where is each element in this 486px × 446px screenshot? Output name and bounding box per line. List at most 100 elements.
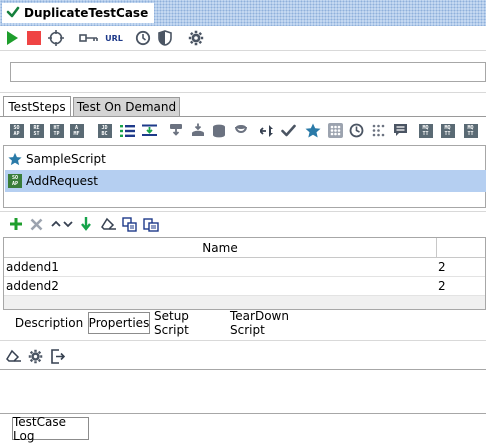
stop-icon <box>27 31 41 45</box>
add-assertion-button[interactable] <box>280 122 297 139</box>
property-name[interactable]: addend2 <box>6 279 59 293</box>
add-datagen-button[interactable] <box>210 122 227 139</box>
gear-icon <box>188 30 204 46</box>
assertion-icon <box>281 124 296 136</box>
toolbar-divider <box>0 50 486 51</box>
url-button[interactable]: URL <box>103 29 125 47</box>
tab-teardown-script[interactable]: TearDown Script <box>230 309 324 337</box>
paste-property-button[interactable] <box>142 216 160 232</box>
crosshair-icon <box>48 30 64 46</box>
add-groovy-step-button[interactable] <box>119 122 136 139</box>
run-button[interactable] <box>3 29 21 47</box>
test-steps-list[interactable]: SampleScript SO AP AddRequest <box>3 145 486 208</box>
chevron-up-down-icon <box>51 220 73 228</box>
star-icon <box>305 123 320 138</box>
properties-table[interactable]: Name addend1 2 addend2 2 <box>3 237 486 310</box>
add-loop-button[interactable] <box>232 122 249 139</box>
clear-property-button[interactable] <box>100 216 118 232</box>
add-delay-button[interactable] <box>348 122 365 139</box>
clear-script-button[interactable] <box>6 348 22 364</box>
tab-setup-script[interactable]: Setup Script <box>154 309 226 337</box>
url-label: URL <box>105 33 123 43</box>
timeout-button[interactable] <box>134 29 152 47</box>
table-row[interactable]: addend1 2 <box>4 258 485 277</box>
property-value[interactable]: 2 <box>438 260 446 274</box>
property-name[interactable]: addend1 <box>6 260 59 274</box>
copy-icon <box>122 216 137 232</box>
tab-properties[interactable]: Properties <box>88 312 150 334</box>
add-comment-button[interactable] <box>392 122 409 139</box>
column-header-name[interactable]: Name <box>4 238 437 258</box>
soap-icon: SO AP <box>8 174 22 188</box>
rest-request-icon: RE ST <box>29 123 44 138</box>
export-icon <box>50 348 65 364</box>
step-label: AddRequest <box>26 174 98 188</box>
testcase-log-button[interactable]: TestCase Log <box>12 414 89 443</box>
add-datasink-button[interactable] <box>189 122 206 139</box>
add-amf-step-button[interactable]: A MF <box>68 122 85 139</box>
property-transfer-icon <box>142 124 157 136</box>
mq-drag-icon: MQ TT <box>463 123 478 138</box>
tab-label: TearDown Script <box>230 309 289 337</box>
list-item[interactable]: SampleScript <box>5 148 486 170</box>
load-properties-button[interactable] <box>78 216 94 232</box>
script-settings-button[interactable] <box>27 348 43 364</box>
add-mq-step-button[interactable]: MQ TT <box>417 122 434 139</box>
add-jdbc-step-button[interactable]: JD BC <box>96 122 113 139</box>
credentials-button[interactable] <box>78 29 100 47</box>
window-title: DuplicateTestCase <box>24 6 149 20</box>
tab-test-on-demand[interactable]: Test On Demand <box>73 97 180 116</box>
add-manual-step-button[interactable] <box>370 122 387 139</box>
options-button[interactable] <box>187 29 205 47</box>
http-request-icon: HT TP <box>49 123 64 138</box>
datasink-icon <box>191 123 204 136</box>
table-row[interactable]: addend2 2 <box>4 277 485 296</box>
script-editor[interactable] <box>0 369 486 414</box>
copy-property-button[interactable] <box>121 216 139 232</box>
move-property-button[interactable] <box>48 216 76 232</box>
jdbc-request-icon: JD BC <box>97 123 112 138</box>
add-goto-button[interactable] <box>258 122 275 139</box>
tab-label: Description <box>14 316 84 330</box>
add-rest-step-button[interactable]: RE ST <box>28 122 45 139</box>
gear-icon <box>28 349 42 363</box>
add-soap-step-button[interactable]: SO AP <box>8 122 25 139</box>
add-security-scan-button[interactable] <box>304 122 321 139</box>
window-title-label: DuplicateTestCase <box>2 3 155 23</box>
section-divider <box>0 211 486 212</box>
add-property-button[interactable] <box>8 216 24 232</box>
plus-icon <box>10 218 22 230</box>
tab-teststeps[interactable]: TestSteps <box>3 96 71 116</box>
groovy-list-icon <box>120 124 135 137</box>
add-grid-step-button[interactable] <box>327 122 344 139</box>
play-icon <box>7 31 18 45</box>
comment-icon <box>394 124 407 136</box>
shield-icon <box>158 30 172 46</box>
tab-baseline <box>0 116 486 117</box>
add-datasource-button[interactable] <box>167 122 184 139</box>
run-script-button[interactable] <box>49 348 65 364</box>
mq-icon: MQ TT <box>440 123 455 138</box>
property-value[interactable]: 2 <box>438 279 446 293</box>
arrow-down-icon <box>81 217 91 231</box>
tab-description[interactable]: Description <box>14 312 84 334</box>
loop-icon <box>234 125 247 133</box>
endpoint-input[interactable] <box>10 62 486 82</box>
button-label: TestCase Log <box>13 414 66 443</box>
security-button[interactable] <box>156 29 174 47</box>
add-http-step-button[interactable]: HT TP <box>48 122 65 139</box>
tab-label: Setup Script <box>154 309 189 337</box>
eraser-icon <box>6 349 21 362</box>
manual-icon <box>372 124 385 137</box>
add-property-transfer-button[interactable] <box>141 122 158 139</box>
add-mq-publish-button[interactable]: MQ TT <box>439 122 456 139</box>
target-button[interactable] <box>47 29 65 47</box>
list-item[interactable]: SO AP AddRequest <box>5 170 486 192</box>
table-header: Name <box>4 238 485 258</box>
checkmark-icon <box>6 5 20 22</box>
add-mq-drop-button[interactable]: MQ TT <box>462 122 479 139</box>
datasource-icon <box>169 124 182 136</box>
remove-property-button[interactable] <box>28 216 44 232</box>
clock-icon <box>135 30 151 46</box>
stop-button[interactable] <box>25 29 43 47</box>
